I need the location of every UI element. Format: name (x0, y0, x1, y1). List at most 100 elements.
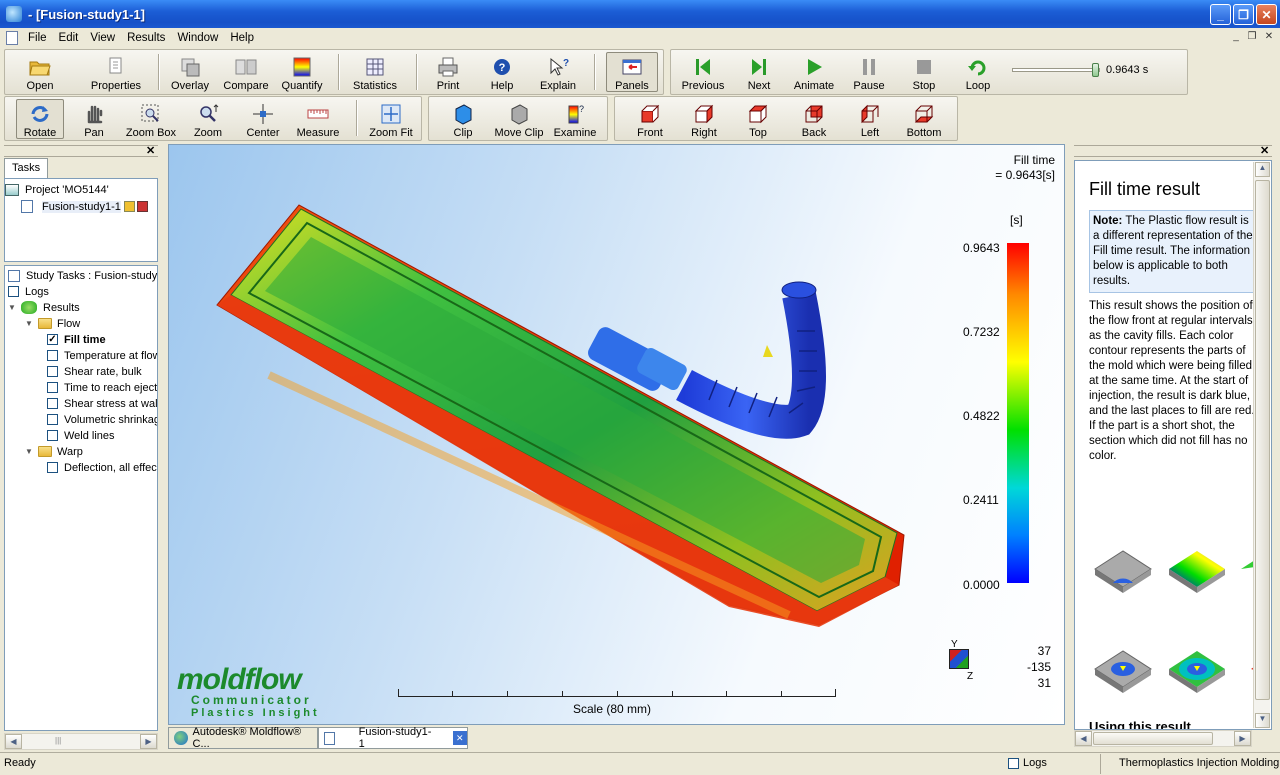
menu-file[interactable]: File (22, 32, 53, 44)
result-item[interactable]: Deflection, all effec (47, 460, 157, 475)
open-button[interactable]: Open (22, 56, 58, 92)
right-view-button[interactable]: Right (686, 103, 722, 139)
mdi-close-button[interactable]: ✕ (1261, 30, 1277, 44)
scroll-right-icon[interactable]: ▶ (1234, 731, 1251, 746)
mdi-minimize-button[interactable]: _ (1228, 30, 1244, 44)
move-clip-button[interactable]: Move Clip (494, 103, 544, 139)
expand-icon[interactable]: ▼ (25, 447, 34, 456)
properties-button[interactable]: Properties (88, 56, 144, 92)
flow-node[interactable]: ▼ Flow (25, 316, 80, 331)
tasks-panel-close-icon[interactable]: ✕ (146, 144, 155, 157)
results-node[interactable]: ▼ Results (8, 300, 80, 315)
overlay-icon (179, 56, 201, 78)
zoom-fit-button[interactable]: Zoom Fit (366, 103, 416, 139)
menu-results[interactable]: Results (121, 32, 171, 44)
result-checkbox[interactable] (47, 382, 58, 393)
explain-button[interactable]: ? Explain (536, 56, 580, 92)
next-label: Next (747, 80, 771, 92)
result-item[interactable]: Weld lines (47, 428, 115, 443)
logs-checkbox[interactable] (8, 286, 19, 297)
top-view-button[interactable]: Top (740, 103, 776, 139)
properties-icon (105, 56, 127, 78)
result-checkbox[interactable]: ✓ (47, 334, 58, 345)
warp-node[interactable]: ▼ Warp (25, 444, 83, 459)
doc-tab-close-icon[interactable]: ✕ (452, 731, 467, 745)
scroll-thumb[interactable] (1255, 180, 1270, 700)
front-view-button[interactable]: Front (630, 103, 670, 139)
help-panel-close-icon[interactable]: ✕ (1260, 144, 1269, 157)
doc-tab-fusion-study[interactable]: Fusion-study1-1 ✕ (318, 726, 468, 750)
left-view-button[interactable]: Left (852, 103, 888, 139)
back-view-button[interactable]: Back (796, 103, 832, 139)
next-icon (748, 56, 770, 78)
help-panel-vscrollbar[interactable]: ▲ ▼ (1253, 162, 1270, 728)
scroll-right-icon[interactable]: ▶ (140, 734, 157, 749)
scroll-left-icon[interactable]: ◀ (1075, 731, 1092, 746)
zoom-button[interactable]: Zoom (190, 103, 226, 139)
result-item[interactable]: Shear rate, bulk (47, 364, 142, 379)
logs-node[interactable]: Logs (8, 284, 49, 299)
bottom-view-button[interactable]: Bottom (902, 103, 946, 139)
overlay-button[interactable]: Overlay (168, 56, 212, 92)
quantify-button[interactable]: Quantify (278, 56, 326, 92)
animate-button[interactable]: Animate (792, 56, 836, 92)
examine-button[interactable]: ? Examine (552, 103, 598, 139)
compare-button[interactable]: Compare (222, 56, 270, 92)
result-checkbox[interactable] (47, 350, 58, 361)
document-icon[interactable] (6, 31, 18, 45)
print-button[interactable]: Print (430, 56, 466, 92)
center-button[interactable]: Center (242, 103, 284, 139)
study-node[interactable]: Fusion-study1-1 (21, 199, 148, 214)
model-viewport[interactable]: Fill time = 0.9643[s] [s] 0.9643 0.7232 … (168, 144, 1065, 725)
help-button[interactable]: ? Help (486, 56, 518, 92)
next-button[interactable]: Next (742, 56, 776, 92)
statistics-button[interactable]: Statistics (348, 56, 402, 92)
pan-button[interactable]: Pan (76, 103, 112, 139)
scroll-down-icon[interactable]: ▼ (1255, 713, 1270, 728)
rotate-button[interactable]: Rotate (16, 99, 64, 139)
scroll-up-icon[interactable]: ▲ (1255, 162, 1270, 177)
restore-button[interactable]: ❐ (1233, 4, 1254, 25)
result-item[interactable]: Volumetric shrinkag (47, 412, 157, 427)
minimize-button[interactable]: _ (1210, 4, 1231, 25)
logs-toggle[interactable]: Logs (1008, 757, 1047, 769)
result-item[interactable]: Shear stress at wall (47, 396, 157, 411)
menu-edit[interactable]: Edit (53, 32, 85, 44)
stop-button[interactable]: Stop (906, 56, 942, 92)
project-node[interactable]: Project 'MO5144' (5, 182, 109, 197)
measure-button[interactable]: Measure (294, 103, 342, 139)
menu-window[interactable]: Window (171, 32, 224, 44)
app-icon[interactable] (6, 6, 22, 22)
expand-icon[interactable]: ▼ (25, 319, 34, 328)
result-item[interactable]: Temperature at flow (47, 348, 157, 363)
time-slider-thumb[interactable] (1092, 63, 1099, 77)
doc-tab-communicator[interactable]: Autodesk® Moldflow® C... (168, 726, 318, 750)
panels-button[interactable]: Panels (606, 52, 658, 92)
model-render[interactable] (169, 145, 1065, 725)
result-checkbox[interactable] (47, 462, 58, 473)
pause-button[interactable]: Pause (850, 56, 888, 92)
loop-button[interactable]: Loop (960, 56, 996, 92)
mdi-restore-button[interactable]: ❐ (1244, 30, 1260, 44)
expand-icon[interactable]: ▼ (8, 303, 17, 312)
result-item[interactable]: ✓ Fill time (47, 332, 106, 347)
zoom-box-button[interactable]: Zoom Box (124, 103, 178, 139)
menu-view[interactable]: View (84, 32, 121, 44)
close-button[interactable]: ✕ (1256, 4, 1277, 25)
result-checkbox[interactable] (47, 414, 58, 425)
scroll-thumb[interactable] (1093, 732, 1213, 745)
result-checkbox[interactable] (47, 430, 58, 441)
tab-tasks[interactable]: Tasks (4, 158, 48, 178)
scroll-left-icon[interactable]: ◀ (5, 734, 22, 749)
result-checkbox[interactable] (47, 366, 58, 377)
menu-help[interactable]: Help (224, 32, 260, 44)
logs-toggle-checkbox[interactable] (1008, 757, 1019, 769)
clip-button[interactable]: Clip (446, 103, 480, 139)
result-item[interactable]: Time to reach eject (47, 380, 157, 395)
time-slider[interactable] (1012, 63, 1100, 77)
previous-button[interactable]: Previous (680, 56, 726, 92)
result-checkbox[interactable] (47, 398, 58, 409)
help-panel-hscrollbar[interactable]: ◀ ▶ (1074, 730, 1252, 747)
left-panel-scrollbar[interactable]: ◀ ||| ▶ (4, 733, 158, 750)
scale-tick-label: 0.0000 (963, 578, 1000, 592)
